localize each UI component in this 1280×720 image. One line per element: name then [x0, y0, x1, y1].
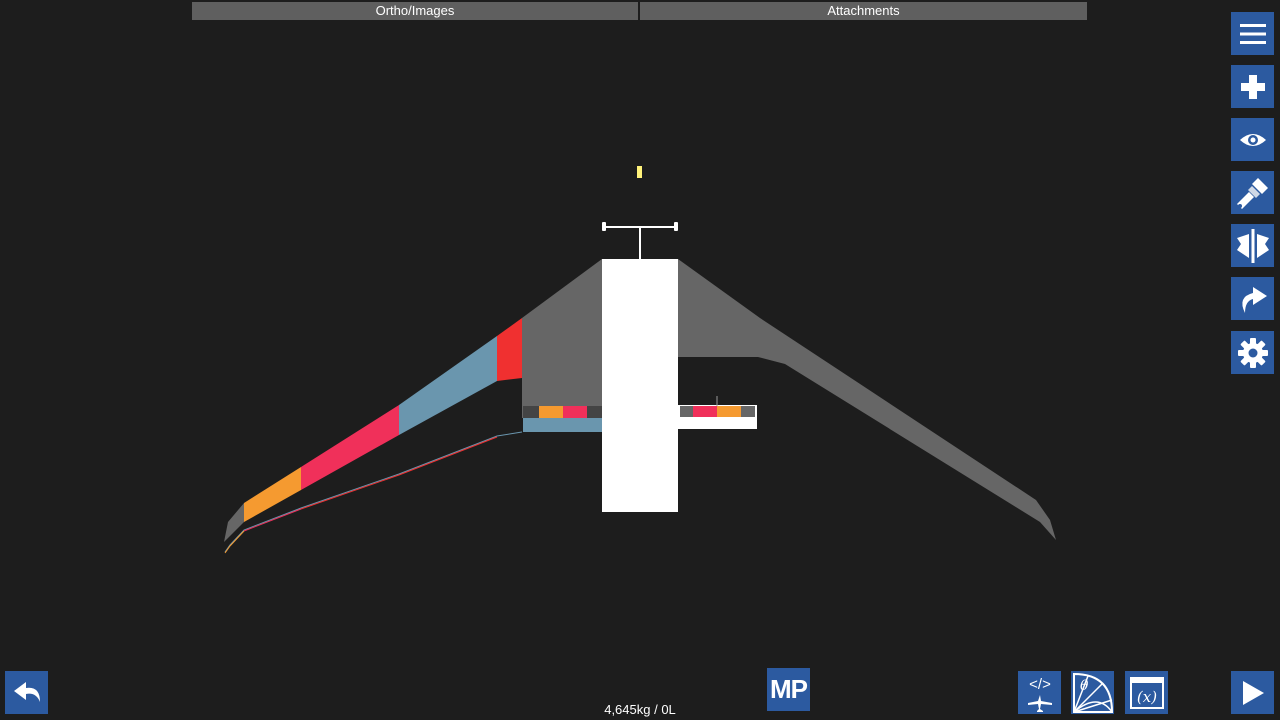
center-of-mass-marker: [637, 166, 642, 178]
xml-editor-button[interactable]: </>: [1018, 671, 1061, 714]
add-part-icon: [1240, 74, 1265, 99]
menu-icon: [1239, 23, 1266, 44]
xml-code-plane-icon: </>: [1027, 676, 1052, 712]
top-antenna: [602, 222, 678, 260]
theta-angle-icon: θ: [1072, 672, 1113, 713]
view-eye-icon: [1239, 133, 1266, 146]
left-flap-strip: [523, 406, 602, 432]
launch-play-button[interactable]: [1231, 671, 1274, 714]
undo-button[interactable]: [5, 671, 48, 714]
paint-brush-icon: [1236, 177, 1268, 209]
mp-label: MP: [770, 674, 808, 704]
mp-button[interactable]: MP: [767, 668, 810, 711]
add-part-button[interactable]: [1231, 65, 1274, 108]
svg-text:(x): (x): [1136, 688, 1156, 706]
redo-icon: [1241, 286, 1267, 313]
svg-text:</>: </>: [1029, 676, 1051, 693]
menu-button[interactable]: [1231, 12, 1274, 55]
right-flap-strip: [678, 396, 757, 429]
symmetry-icon: [1236, 228, 1269, 263]
undo-icon: [13, 681, 40, 702]
settings-gear-icon: [1237, 337, 1268, 368]
designer-viewport[interactable]: [0, 0, 1280, 720]
variables-button[interactable]: (x): [1125, 671, 1168, 714]
symmetry-button[interactable]: [1231, 224, 1274, 267]
play-icon: [1242, 680, 1264, 705]
angle-tool-button[interactable]: θ: [1071, 671, 1114, 714]
right-wing: [678, 259, 1056, 540]
mass-readout: 4,645kg / 0L: [604, 702, 676, 717]
redo-button[interactable]: [1231, 277, 1274, 320]
settings-button[interactable]: [1231, 331, 1274, 374]
function-variables-icon: (x): [1129, 676, 1164, 709]
fuselage: [602, 259, 678, 512]
paint-button[interactable]: [1231, 171, 1274, 214]
view-button[interactable]: [1231, 118, 1274, 161]
svg-text:θ: θ: [1080, 678, 1089, 694]
